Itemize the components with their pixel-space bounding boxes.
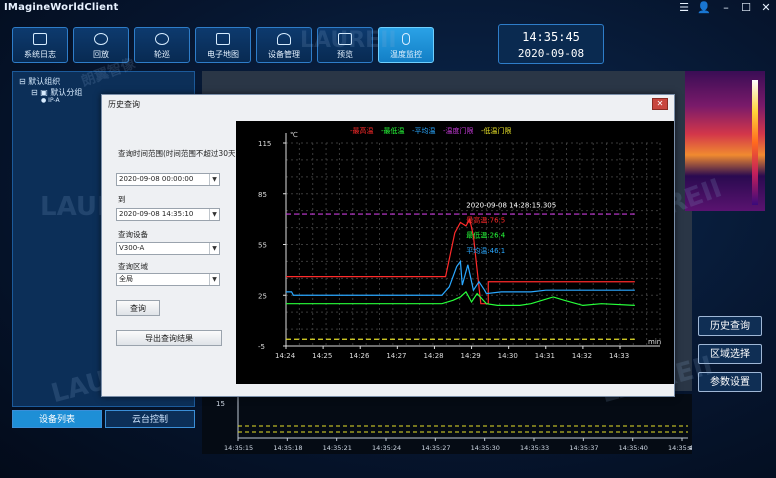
realtime-x-tick-label: 14:35:15 <box>224 444 253 452</box>
maximize-icon[interactable]: ☐ <box>738 1 754 15</box>
legend-entry: -低温门限 <box>481 126 512 135</box>
realtime-x-tick-label: 14:35:24 <box>372 444 401 452</box>
dropdown-arrow-icon[interactable]: ▼ <box>209 174 219 185</box>
device-manage-icon <box>277 33 291 45</box>
x-tick-label: 14:25 <box>312 352 332 360</box>
close-icon[interactable]: ✕ <box>758 1 774 15</box>
tree-node-label: 默认组织 <box>28 77 61 86</box>
realtime-x-tick-label: 14:35:33 <box>520 444 549 452</box>
group-icon: ▣ <box>40 88 48 97</box>
tab-ptz-control[interactable]: 云台控制 <box>105 410 195 428</box>
toolbar-button-patrol[interactable]: 轮巡 <box>134 27 190 63</box>
toolbar-label: 轮巡 <box>154 50 170 59</box>
tree-node-root[interactable]: ⊟ 默认组织 <box>19 76 60 87</box>
dropdown-arrow-icon[interactable]: ▼ <box>209 243 219 254</box>
x-tick-label: 14:33 <box>609 352 629 360</box>
clock-panel: 14:35:45 2020-09-08 <box>498 24 604 64</box>
y-tick-label: 115 <box>258 140 271 148</box>
watermark-text: LAUREII <box>300 28 397 53</box>
realtime-y-label: 15 <box>216 400 225 408</box>
toolbar-label: 系统日志 <box>24 50 56 59</box>
start-time-picker[interactable]: 2020-09-08 00:00:00 ▼ <box>116 173 220 186</box>
realtime-x-tick-label: 14:35:37 <box>569 444 598 452</box>
y-tick-label: 85 <box>258 191 267 199</box>
area-value: 全局 <box>119 275 133 283</box>
end-time-picker[interactable]: 2020-09-08 14:35:10 ▼ <box>116 208 220 221</box>
tree-node-label: IP-A <box>48 97 60 104</box>
dialog-close-button[interactable]: ✕ <box>652 98 668 110</box>
y-unit-label: ℃ <box>290 131 298 139</box>
legend-entry: -温度门限 <box>443 126 474 135</box>
tree-node-label: 默认分组 <box>50 88 83 97</box>
patrol-icon <box>155 33 169 45</box>
dropdown-arrow-icon[interactable]: ▼ <box>209 274 219 285</box>
legend-entry: -最低温 <box>381 126 405 135</box>
collapse-icon[interactable]: ⊟ <box>31 88 38 97</box>
query-button[interactable]: 查询 <box>116 300 160 316</box>
y-tick-label: 25 <box>258 292 267 300</box>
to-label: 到 <box>118 195 126 204</box>
tooltip-time: 2020-09-08 14:28:15.305 <box>466 201 556 209</box>
toolbar-label: 电子地图 <box>207 50 239 59</box>
y-tick-label: 55 <box>258 242 267 250</box>
export-results-button[interactable]: 导出查询结果 <box>116 330 222 346</box>
tab-device-list[interactable]: 设备列表 <box>12 410 102 428</box>
start-time-value: 2020-09-08 00:00:00 <box>119 175 194 183</box>
legend-entry: -平均温 <box>412 126 436 135</box>
tooltip-avg: 平均温:46.1 <box>466 246 505 255</box>
device-value: V300-A <box>119 244 145 252</box>
x-tick-label: 14:32 <box>572 352 592 360</box>
minimize-icon[interactable]: – <box>718 1 734 15</box>
thermometer-icon <box>402 33 410 45</box>
x-tick-label: 14:30 <box>498 352 518 360</box>
app-title: IMagineWorldClient <box>4 2 119 13</box>
collapse-icon[interactable]: ⊟ <box>19 77 26 86</box>
x-tick-label: 14:24 <box>275 352 296 360</box>
history-chart-svg: ℃ min 115 85 55 25 -5 14:24 14:25 14:26 14:27 14:28… <box>258 126 661 360</box>
toolbar-button-emap[interactable]: 电子地图 <box>195 27 251 63</box>
history-chart: ℃ min 115 85 55 25 -5 14:24 14:25 14:26 14:27 14:28… <box>236 121 674 384</box>
history-query-dialog: 历史查询 ✕ 查询时间范围(时间范围不超过30天) 2020-09-08 00:… <box>101 94 675 397</box>
map-icon <box>216 33 230 45</box>
dropdown-arrow-icon[interactable]: ▼ <box>209 209 219 220</box>
legend-entry: -最高温 <box>350 126 374 135</box>
x-tick-label: 14:26 <box>349 352 370 360</box>
end-time-value: 2020-09-08 14:35:10 <box>119 210 194 218</box>
x-tick-label: 14:29 <box>461 352 481 360</box>
clock-date: 2020-09-08 <box>517 47 585 60</box>
realtime-x-tick-label: 14:35:27 <box>421 444 450 452</box>
y-tick-label: -5 <box>258 343 265 351</box>
x-unit-label: min <box>648 338 661 346</box>
camera-icon: ● <box>41 97 47 104</box>
thermal-color-bar <box>752 80 758 205</box>
playback-icon <box>94 33 108 45</box>
toolbar-button-log[interactable]: 系统日志 <box>12 27 68 63</box>
tree-node-device[interactable]: ● IP-A <box>41 97 60 104</box>
device-label: 查询设备 <box>118 230 148 239</box>
realtime-x-tick-label: 14:35:21 <box>323 444 352 452</box>
tooltip-max: 最高温:76.5 <box>466 216 505 225</box>
menu-icon[interactable]: ☰ <box>676 1 692 15</box>
realtime-x-tick-label: 14:35:40 <box>619 444 648 452</box>
history-query-button[interactable]: 历史查询 <box>698 316 762 336</box>
dialog-title: 历史查询 <box>108 100 140 109</box>
time-range-hint: 查询时间范围(时间范围不超过30天) <box>118 149 239 158</box>
tooltip-min: 最低温:26.4 <box>466 231 505 240</box>
clock-time: 14:35:45 <box>522 30 580 44</box>
user-icon[interactable]: 👤 <box>696 1 712 15</box>
x-tick-label: 14:28 <box>423 352 443 360</box>
area-label: 查询区域 <box>118 262 148 271</box>
device-select[interactable]: V300-A ▼ <box>116 242 220 255</box>
realtime-x-tick-label: 14:35:43 <box>668 444 692 452</box>
log-icon <box>33 33 47 45</box>
series-line <box>286 290 635 307</box>
x-tick-label: 14:31 <box>535 352 555 360</box>
x-tick-label: 14:27 <box>386 352 406 360</box>
realtime-x-tick-label: 14:35:30 <box>471 444 500 452</box>
title-bar: IMagineWorldClient ☰ 👤 – ☐ ✕ <box>0 0 776 18</box>
area-select[interactable]: 全局 ▼ <box>116 273 220 286</box>
realtime-x-tick-label: 14:35:18 <box>273 444 302 452</box>
